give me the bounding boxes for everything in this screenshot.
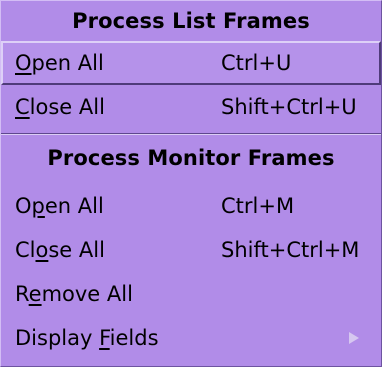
mnemonic-char: C: [15, 95, 30, 119]
menu-item-label: Close All: [15, 238, 105, 262]
menu-item-open-all-list[interactable]: Open All Ctrl+U: [1, 41, 381, 85]
section-title-process-list-frames: Process List Frames: [72, 9, 310, 33]
menu-item-label: Remove All: [15, 282, 133, 306]
menu-item-shortcut: Shift+Ctrl+U: [221, 95, 357, 119]
popup-menu: Process List Frames Open All Ctrl+U Clos…: [0, 0, 382, 367]
mnemonic-char: e: [28, 282, 42, 306]
menu-item-close-all-monitor[interactable]: Close All Shift+Ctrl+M: [1, 228, 381, 272]
submenu-arrow-icon: [349, 332, 359, 344]
mnemonic-char: O: [15, 51, 32, 75]
menu-item-label: Open All: [15, 51, 104, 75]
menu-item-label: Display Fields: [15, 326, 159, 350]
mnemonic-char: F: [99, 326, 110, 350]
mnemonic-char: p: [31, 194, 45, 218]
menu-item-shortcut: Shift+Ctrl+M: [221, 238, 360, 262]
menu-item-shortcut: Ctrl+M: [221, 194, 295, 218]
menu-item-label: Close All: [15, 95, 105, 119]
menu-separator: [1, 133, 381, 135]
menu-item-close-all-list[interactable]: Close All Shift+Ctrl+U: [1, 85, 381, 129]
menu-item-open-all-monitor[interactable]: Open All Ctrl+M: [1, 184, 381, 228]
menu-item-label: Open All: [15, 194, 104, 218]
mnemonic-char: o: [35, 238, 49, 262]
menu-item-remove-all[interactable]: Remove All: [1, 272, 381, 316]
menu-item-display-fields[interactable]: Display Fields: [1, 316, 381, 360]
section-title-process-monitor-frames: Process Monitor Frames: [47, 146, 335, 170]
menu-item-shortcut: Ctrl+U: [221, 51, 292, 75]
